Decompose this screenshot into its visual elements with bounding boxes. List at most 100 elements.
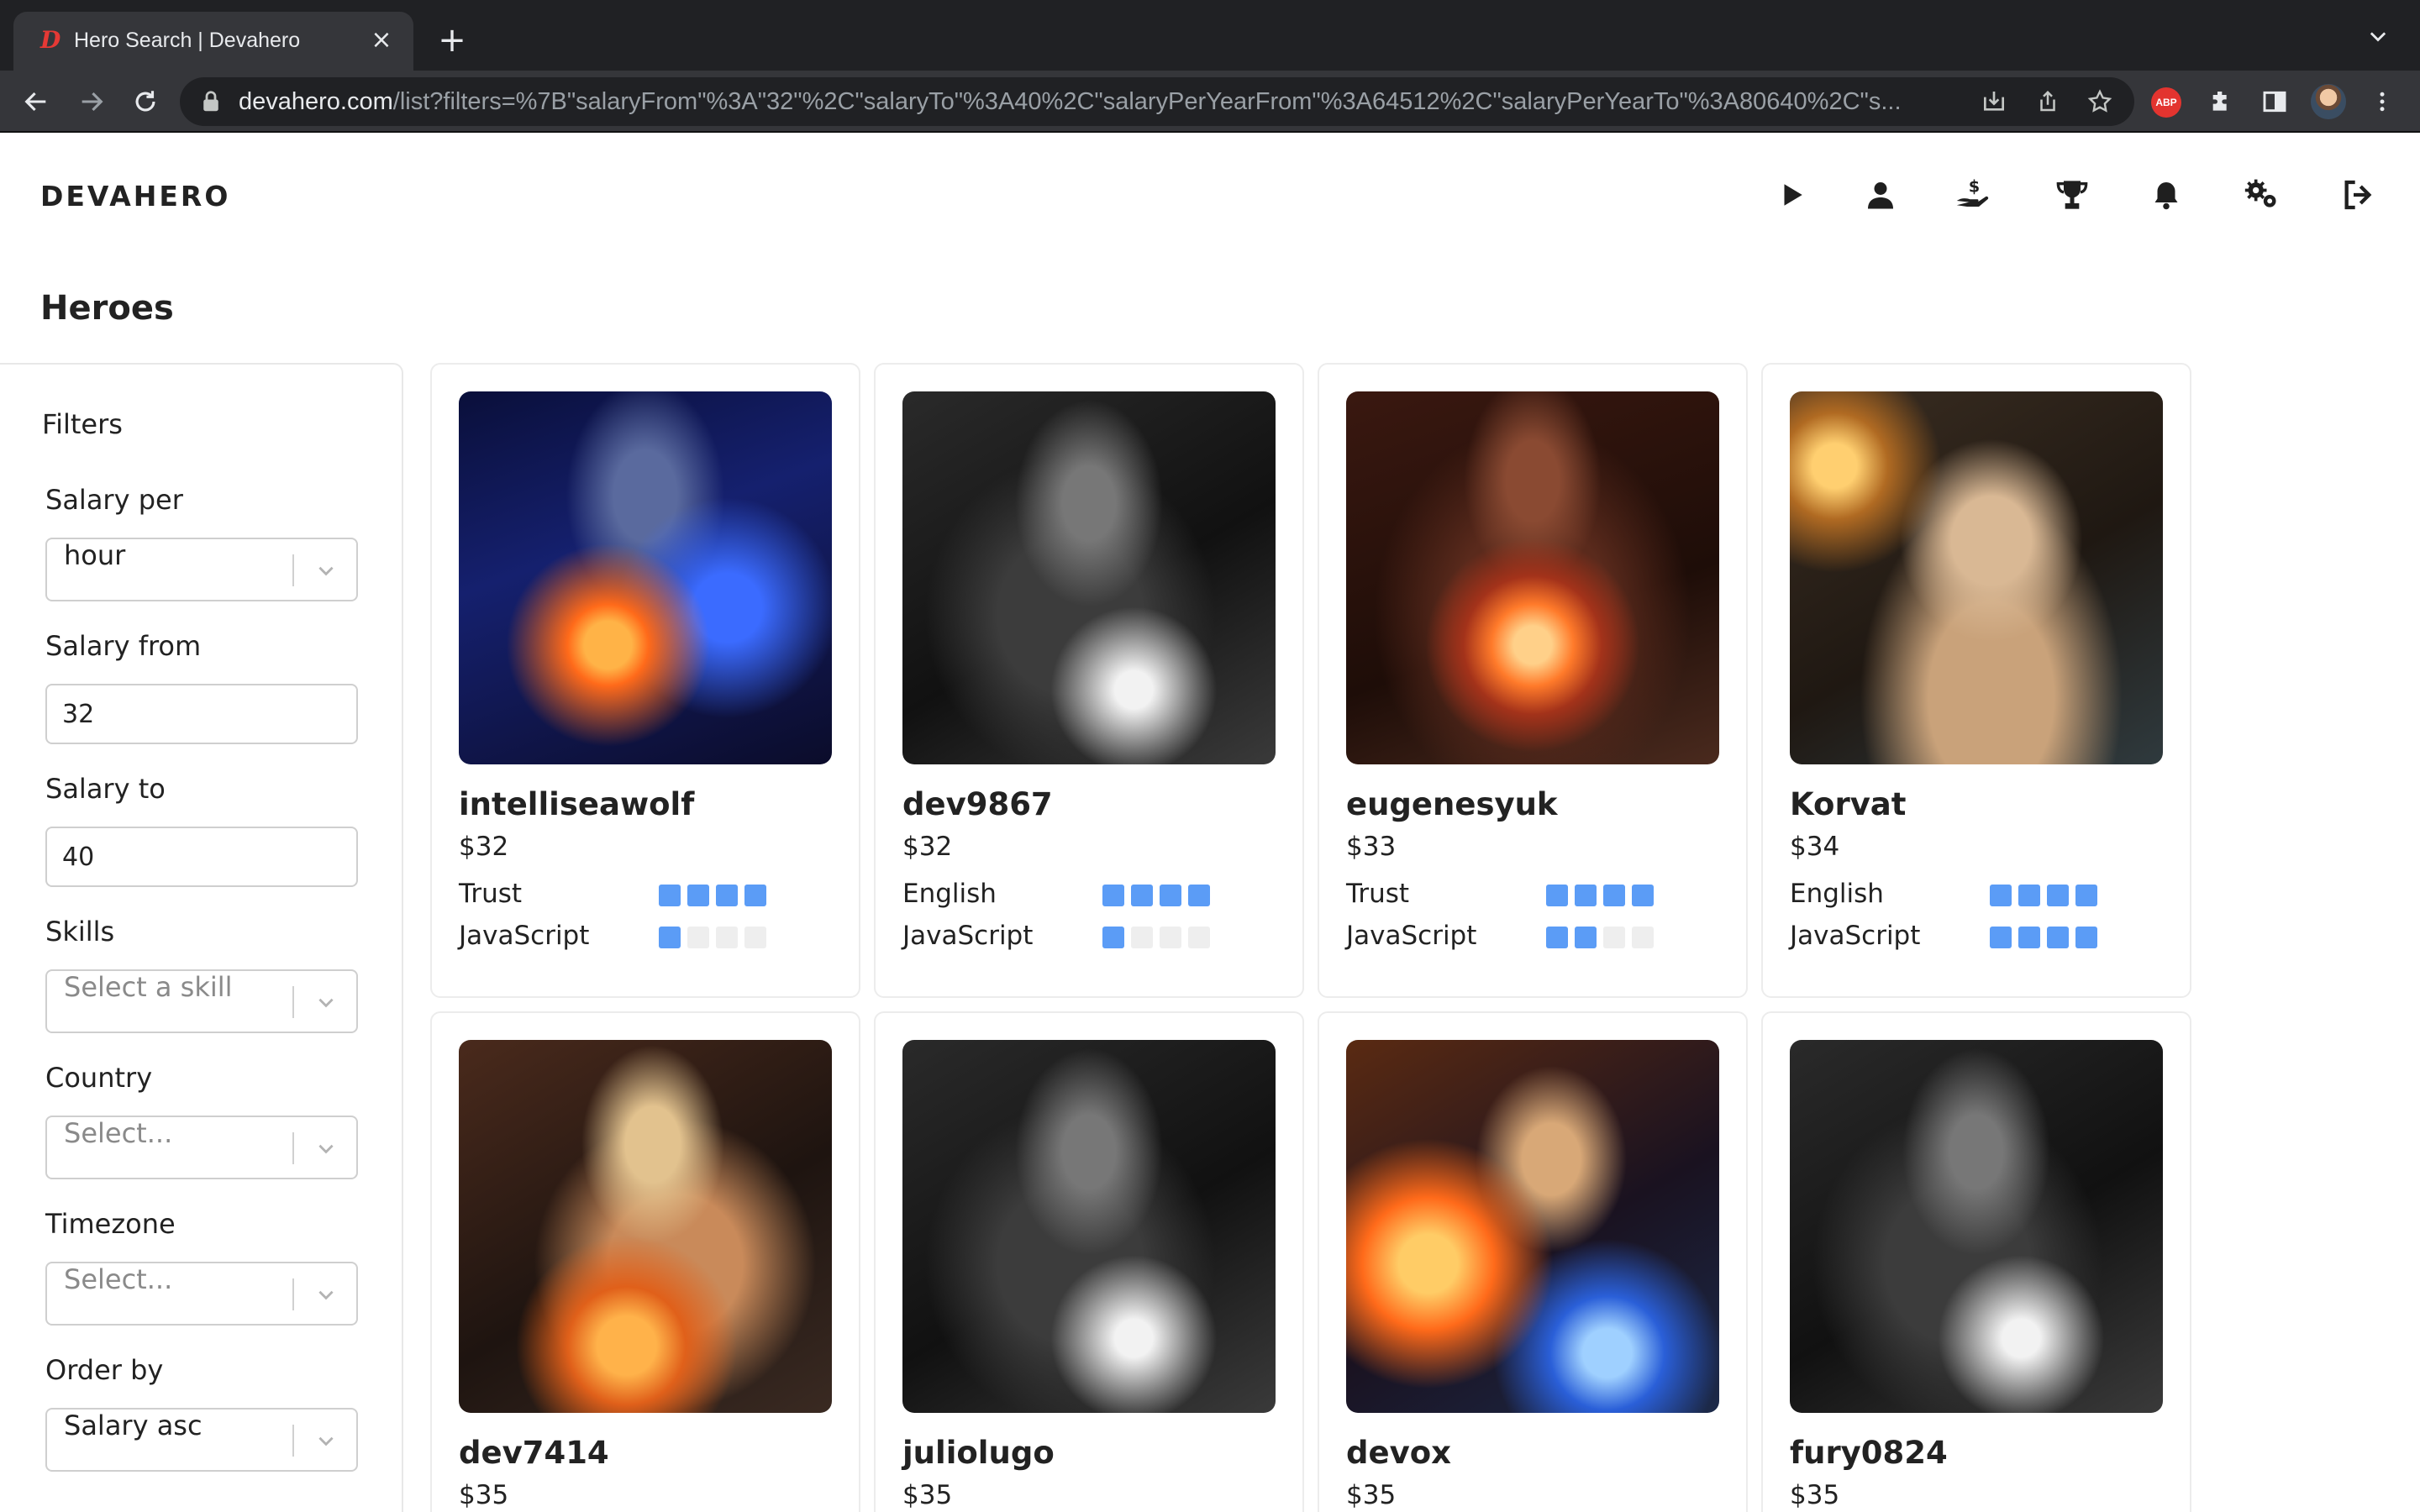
browser-menu-icon[interactable] bbox=[2361, 81, 2403, 123]
skill-pip bbox=[716, 885, 738, 906]
share-icon[interactable] bbox=[2032, 86, 2064, 118]
adblock-plus-icon[interactable]: ABP bbox=[2151, 87, 2181, 118]
skill-name: JavaScript bbox=[459, 921, 590, 951]
chevron-down-icon[interactable] bbox=[309, 1425, 343, 1457]
skill-pip bbox=[1102, 927, 1124, 948]
chevron-down-icon[interactable] bbox=[309, 1132, 343, 1164]
hero-name[interactable]: devox bbox=[1346, 1435, 1451, 1471]
reload-icon[interactable] bbox=[124, 81, 166, 123]
hero-avatar-image[interactable] bbox=[902, 391, 1276, 764]
skill-pip bbox=[659, 885, 681, 906]
skill-pip bbox=[2075, 927, 2097, 948]
skill-pip bbox=[2047, 885, 2069, 906]
hero-skill-row: JavaScript bbox=[1346, 919, 1699, 953]
hero-card[interactable]: fury0824 $35 bbox=[1761, 1011, 2191, 1512]
forward-arrow-icon[interactable] bbox=[71, 81, 113, 123]
skill-level bbox=[1546, 885, 1654, 906]
hero-card[interactable]: dev9867 $32 English JavaScript bbox=[874, 363, 1304, 998]
skills-select[interactable]: Select a skill bbox=[45, 969, 358, 1033]
hero-name[interactable]: juliolugo bbox=[902, 1435, 1055, 1471]
chevron-down-icon[interactable] bbox=[309, 1278, 343, 1310]
extensions-puzzle-icon[interactable] bbox=[2200, 81, 2242, 123]
timezone-select[interactable]: Select... bbox=[45, 1262, 358, 1326]
side-panel-icon[interactable] bbox=[2254, 81, 2296, 123]
user-icon[interactable] bbox=[1860, 175, 1901, 215]
skill-pip bbox=[2075, 885, 2097, 906]
hero-skill-row: English bbox=[1790, 877, 2143, 911]
skill-pip bbox=[1575, 885, 1597, 906]
hero-avatar-image[interactable] bbox=[459, 1040, 832, 1413]
profile-avatar[interactable] bbox=[2311, 84, 2346, 119]
skill-pip bbox=[659, 927, 681, 948]
back-arrow-icon[interactable] bbox=[15, 81, 57, 123]
hero-name[interactable]: Korvat bbox=[1790, 786, 1906, 822]
brand-logo[interactable]: DEVAHERO bbox=[40, 180, 230, 213]
play-icon[interactable] bbox=[1771, 175, 1812, 215]
hero-avatar-image[interactable] bbox=[1790, 1040, 2163, 1413]
skill-pip bbox=[744, 927, 766, 948]
hand-coin-icon[interactable]: $ bbox=[1953, 175, 1993, 215]
hero-avatar-image[interactable] bbox=[1346, 391, 1719, 764]
tab-close-icon[interactable]: × bbox=[366, 25, 397, 55]
salary-from-input[interactable] bbox=[47, 685, 356, 743]
skill-pip bbox=[1546, 885, 1568, 906]
hero-avatar-image[interactable] bbox=[459, 391, 832, 764]
skill-pip bbox=[716, 927, 738, 948]
chevron-down-icon[interactable] bbox=[309, 986, 343, 1018]
browser-tab[interactable]: D Hero Search | Devahero × bbox=[13, 12, 413, 71]
skill-pip bbox=[1131, 927, 1153, 948]
tab-search-chevron-icon[interactable] bbox=[2361, 25, 2395, 59]
hero-card[interactable]: eugenesyuk $33 Trust JavaScript bbox=[1318, 363, 1748, 998]
lock-icon[interactable] bbox=[198, 89, 224, 114]
hero-name[interactable]: dev7414 bbox=[459, 1435, 609, 1471]
country-select[interactable]: Select... bbox=[45, 1116, 358, 1179]
skill-pip bbox=[1131, 885, 1153, 906]
skill-pip bbox=[2018, 927, 2040, 948]
browser-tabstrip: D Hero Search | Devahero × + bbox=[0, 0, 2420, 71]
install-app-icon[interactable] bbox=[1978, 86, 2010, 118]
salary-to-field[interactable] bbox=[45, 827, 358, 887]
trophy-icon[interactable] bbox=[2052, 175, 2092, 215]
skill-name: Trust bbox=[459, 879, 523, 909]
skill-level bbox=[659, 927, 766, 948]
chevron-down-icon[interactable] bbox=[309, 554, 343, 586]
skill-name: JavaScript bbox=[902, 921, 1034, 951]
url-text[interactable]: devahero.com/list?filters=%7B"salaryFrom… bbox=[239, 86, 1970, 118]
hero-rate: $35 bbox=[1346, 1480, 1397, 1510]
hero-name[interactable]: intelliseawolf bbox=[459, 786, 694, 822]
hero-name[interactable]: eugenesyuk bbox=[1346, 786, 1558, 822]
order-by-label: Order by bbox=[45, 1354, 164, 1386]
salary-from-field[interactable] bbox=[45, 684, 358, 744]
skill-pip bbox=[1603, 927, 1625, 948]
salary-per-select[interactable]: hour bbox=[45, 538, 358, 601]
hero-avatar-image[interactable] bbox=[1346, 1040, 1719, 1413]
hero-card[interactable]: Korvat $34 English JavaScript bbox=[1761, 363, 2191, 998]
skill-pip bbox=[1603, 885, 1625, 906]
skill-name: English bbox=[902, 879, 997, 909]
hero-avatar-image[interactable] bbox=[902, 1040, 1276, 1413]
gears-icon[interactable] bbox=[2242, 175, 2282, 215]
hero-skill-row: JavaScript bbox=[1790, 919, 2143, 953]
skill-pip bbox=[1546, 927, 1568, 948]
hero-card[interactable]: dev7414 $35 bbox=[430, 1011, 860, 1512]
new-tab-icon[interactable]: + bbox=[435, 24, 469, 57]
salary-from-label: Salary from bbox=[45, 630, 202, 662]
bell-icon[interactable] bbox=[2146, 175, 2186, 215]
hero-card[interactable]: devox $35 bbox=[1318, 1011, 1748, 1512]
skill-pip bbox=[1632, 885, 1654, 906]
order-by-select[interactable]: Salary asc bbox=[45, 1408, 358, 1472]
skill-pip bbox=[744, 885, 766, 906]
hero-avatar-image[interactable] bbox=[1790, 391, 2163, 764]
skill-pip bbox=[687, 927, 709, 948]
bookmark-star-icon[interactable] bbox=[2084, 86, 2116, 118]
hero-name[interactable]: fury0824 bbox=[1790, 1435, 1948, 1471]
url-host: devahero.com bbox=[239, 88, 393, 115]
hero-card[interactable]: juliolugo $35 bbox=[874, 1011, 1304, 1512]
skill-pip bbox=[1160, 885, 1181, 906]
address-bar[interactable]: devahero.com/list?filters=%7B"salaryFrom… bbox=[180, 77, 2134, 126]
hero-card[interactable]: intelliseawolf $32 Trust JavaScript bbox=[430, 363, 860, 998]
salary-to-input[interactable] bbox=[47, 828, 356, 885]
hero-name[interactable]: dev9867 bbox=[902, 786, 1053, 822]
logout-icon[interactable] bbox=[2338, 175, 2378, 215]
skill-level bbox=[659, 885, 766, 906]
